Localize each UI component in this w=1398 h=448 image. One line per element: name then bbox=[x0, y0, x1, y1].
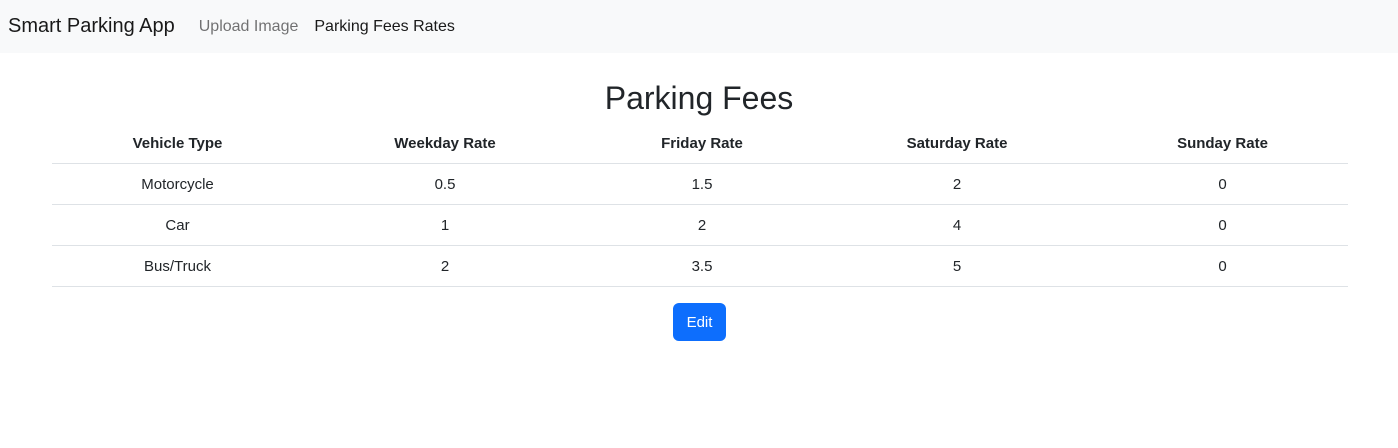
cell-weekday-rate: 2 bbox=[303, 245, 587, 287]
cell-saturday-rate: 4 bbox=[817, 204, 1097, 246]
cell-vehicle-type: Motorcycle bbox=[52, 163, 303, 205]
cell-friday-rate: 3.5 bbox=[587, 245, 817, 287]
cell-friday-rate: 2 bbox=[587, 204, 817, 246]
parking-fees-table: Vehicle Type Weekday Rate Friday Rate Sa… bbox=[52, 123, 1348, 287]
cell-weekday-rate: 0.5 bbox=[303, 163, 587, 205]
page-title: Parking Fees bbox=[604, 80, 794, 116]
cell-sunday-rate: 0 bbox=[1097, 204, 1348, 246]
table-body: Motorcycle 0.5 1.5 2 0 Car 1 2 4 0 Bus/T… bbox=[52, 163, 1348, 287]
table-row: Car 1 2 4 0 bbox=[52, 204, 1348, 246]
cell-sunday-rate: 0 bbox=[1097, 245, 1348, 287]
cell-sunday-rate: 0 bbox=[1097, 163, 1348, 205]
nav-links: Upload Image Parking Fees Rates bbox=[191, 18, 463, 36]
header-friday-rate: Friday Rate bbox=[587, 123, 817, 164]
table-header: Vehicle Type Weekday Rate Friday Rate Sa… bbox=[52, 123, 1348, 164]
header-saturday-rate: Saturday Rate bbox=[817, 123, 1097, 164]
nav-link-upload-image[interactable]: Upload Image bbox=[191, 18, 307, 36]
cell-vehicle-type: Bus/Truck bbox=[52, 245, 303, 287]
cell-saturday-rate: 2 bbox=[817, 163, 1097, 205]
top-navbar: Smart Parking App Upload Image Parking F… bbox=[0, 0, 1398, 53]
nav-link-parking-fees-rates[interactable]: Parking Fees Rates bbox=[306, 18, 463, 36]
table-row: Motorcycle 0.5 1.5 2 0 bbox=[52, 163, 1348, 205]
header-vehicle-type: Vehicle Type bbox=[52, 123, 303, 164]
cell-weekday-rate: 1 bbox=[303, 204, 587, 246]
cell-friday-rate: 1.5 bbox=[587, 163, 817, 205]
header-weekday-rate: Weekday Rate bbox=[303, 123, 587, 164]
cell-vehicle-type: Car bbox=[52, 204, 303, 246]
cell-saturday-rate: 5 bbox=[817, 245, 1097, 287]
header-sunday-rate: Sunday Rate bbox=[1097, 123, 1348, 164]
table-row: Bus/Truck 2 3.5 5 0 bbox=[52, 245, 1348, 287]
edit-button[interactable]: Edit bbox=[673, 303, 726, 341]
table-header-row: Vehicle Type Weekday Rate Friday Rate Sa… bbox=[52, 123, 1348, 164]
navbar-brand[interactable]: Smart Parking App bbox=[8, 15, 175, 38]
